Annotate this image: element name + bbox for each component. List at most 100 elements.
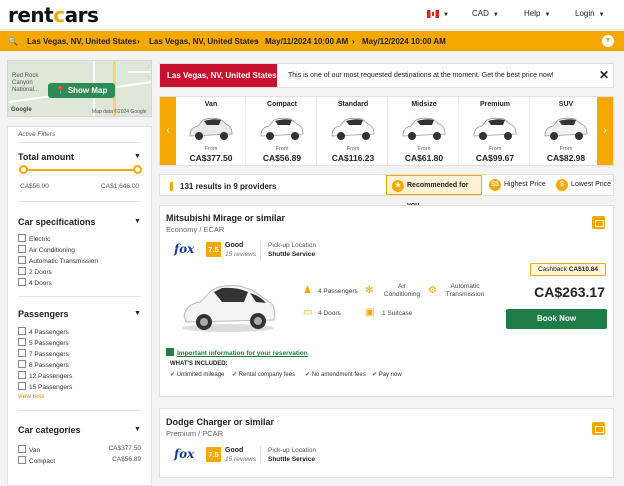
from-label: From bbox=[204, 146, 218, 152]
chevron-down-icon[interactable]: ▼ bbox=[134, 310, 141, 317]
category-card-compact[interactable]: Compact From CA$56.89 bbox=[247, 97, 317, 165]
category-price: CA$82.98 bbox=[546, 153, 586, 163]
chevron-down-icon[interactable]: ▼ bbox=[134, 426, 141, 433]
filter-2-doors[interactable]: 2 Doors bbox=[18, 267, 52, 276]
category-name: Compact bbox=[267, 101, 297, 108]
language-selector[interactable]: ▼ bbox=[427, 9, 449, 18]
result-card: Mitsubishi Mirage or similar Economy / E… bbox=[159, 205, 614, 397]
rating-score: 7.5 bbox=[206, 447, 221, 462]
filter-4-passengers[interactable]: 4 Passengers bbox=[18, 327, 69, 336]
category-price: CA$99.67 bbox=[475, 153, 515, 163]
sort-recommended-button[interactable]: ★Recommended for you bbox=[386, 175, 482, 209]
sidebar: Red Rock Canyon National... 📍 Show Map G… bbox=[7, 60, 152, 486]
category-card-van[interactable]: Van From CA$377.50 bbox=[176, 97, 246, 165]
rating-label: Good bbox=[225, 447, 244, 454]
car-title: Dodge Charger or similar bbox=[166, 417, 275, 427]
category-card-premium[interactable]: Premium From CA$99.67 bbox=[460, 97, 530, 165]
suitcase-icon: ▣ bbox=[365, 307, 375, 318]
car-image bbox=[544, 117, 588, 140]
from-label: From bbox=[559, 146, 573, 152]
filter-air-conditioning[interactable]: Air Conditioning bbox=[18, 245, 75, 254]
category-price: CA$377.50 bbox=[189, 153, 233, 163]
filter-5-passengers[interactable]: 5 Passengers bbox=[18, 338, 69, 347]
filter-4-doors[interactable]: 4 Doors bbox=[18, 278, 52, 287]
filter-7-passengers[interactable]: 7 Passengers bbox=[18, 349, 69, 358]
price-slider-min-handle[interactable] bbox=[19, 165, 28, 174]
chevron-down-icon: ▼ bbox=[598, 12, 605, 18]
snowflake-icon: ✻ bbox=[365, 285, 374, 296]
pickup-value: Shuttle Service bbox=[268, 251, 315, 258]
close-icon[interactable]: ✕ bbox=[599, 68, 609, 82]
passengers-title: Passengers bbox=[18, 309, 69, 319]
filter-electric[interactable]: Electric bbox=[18, 234, 50, 243]
category-name: Premium bbox=[480, 101, 510, 108]
spec-ac: Air Conditioning bbox=[383, 283, 421, 298]
pickup-datetime: May/11/2024 10:00 AM bbox=[265, 37, 349, 46]
spec-luggage: 1 Suitcase bbox=[382, 310, 413, 317]
mail-icon[interactable] bbox=[592, 422, 605, 435]
sort-lowest-button[interactable]: $ Lowest Price bbox=[551, 175, 613, 195]
help-menu[interactable]: Help ▼ bbox=[524, 9, 550, 18]
door-icon: ▭ bbox=[303, 307, 313, 318]
fox-logo: fox bbox=[174, 242, 195, 256]
filter-12-passengers[interactable]: 12 Passengers bbox=[18, 371, 72, 380]
map-preview[interactable]: Red Rock Canyon National... 📍 Show Map G… bbox=[7, 60, 152, 117]
chevron-down-icon[interactable]: ▼ bbox=[134, 218, 141, 225]
category-price: CA$56.89 bbox=[262, 153, 302, 163]
filter-8-passengers[interactable]: 8 Passengers bbox=[18, 360, 69, 369]
mail-icon[interactable] bbox=[592, 216, 605, 229]
reviews-count[interactable]: 15 reviews bbox=[225, 251, 256, 258]
from-label: From bbox=[275, 146, 289, 152]
show-map-button[interactable]: 📍 Show Map bbox=[48, 83, 115, 98]
category-name: SUV bbox=[558, 101, 574, 108]
category-price: CA$56.89 bbox=[112, 456, 141, 463]
results-count: 131 results in 9 providers bbox=[170, 182, 277, 191]
pickup-label: Pick-up Location bbox=[268, 242, 317, 249]
included-item: Unlimited mileage bbox=[170, 371, 225, 378]
price-slider-max-handle[interactable] bbox=[133, 165, 142, 174]
category-card-suv[interactable]: SUV From CA$82.98 bbox=[531, 97, 601, 165]
category-price: CA$116.23 bbox=[331, 153, 375, 163]
from-label: From bbox=[417, 146, 431, 152]
chevron-down-icon[interactable]: ▼ bbox=[134, 153, 141, 160]
book-now-button[interactable]: Book Now bbox=[506, 309, 607, 329]
cashback-badge: Cashback CA$10.84 bbox=[530, 263, 606, 276]
map-attribution: Map data ©2024 Google bbox=[92, 109, 147, 115]
currency-selector[interactable]: CAD ▼ bbox=[472, 9, 499, 18]
dropoff-location: Las Vegas, NV, United States bbox=[149, 37, 259, 46]
filter-category-van[interactable]: Van bbox=[18, 445, 40, 454]
category-carousel: ‹ Van From CA$377.50 Compact From CA$56.89 Sta… bbox=[159, 96, 614, 166]
carousel-next-button[interactable]: › bbox=[597, 97, 613, 165]
login-menu[interactable]: Login ▼ bbox=[575, 9, 605, 18]
total-price: CA$263.17 bbox=[534, 284, 605, 300]
passengers-icon: ♟ bbox=[303, 285, 312, 296]
search-summary-bar[interactable]: 🔍 Las Vegas, NV, United States › Las Veg… bbox=[0, 31, 624, 51]
filter-automatic[interactable]: Automatic Transmission bbox=[18, 256, 98, 265]
google-logo: Google bbox=[11, 107, 32, 113]
reviews-count[interactable]: 15 reviews bbox=[225, 456, 256, 463]
category-card-standard[interactable]: Standard From CA$116.23 bbox=[318, 97, 388, 165]
chevron-down-icon: ▼ bbox=[492, 12, 499, 18]
pickup-label: Pick-up Location bbox=[268, 447, 317, 454]
from-label: From bbox=[488, 146, 502, 152]
car-category: Premium / PCAR bbox=[166, 429, 224, 438]
filter-15-passengers[interactable]: 15 Passengers bbox=[18, 382, 72, 391]
expand-search-icon[interactable]: ▼ bbox=[602, 35, 614, 47]
important-info-link[interactable]: Important information for your reservati… bbox=[166, 348, 308, 357]
chevron-down-icon: ▼ bbox=[544, 12, 551, 18]
rating-score: 7.5 bbox=[206, 242, 221, 257]
carousel-prev-button[interactable]: ‹ bbox=[160, 97, 176, 165]
included-item: Rental company fees bbox=[232, 371, 295, 378]
pickup-location: Las Vegas, NV, United States bbox=[27, 37, 137, 46]
rentcars-logo[interactable]: rentcars bbox=[8, 3, 99, 27]
included-item: Pay now bbox=[372, 371, 402, 378]
view-less-link[interactable]: view less bbox=[18, 393, 44, 400]
sort-highest-button[interactable]: $$ Highest Price bbox=[484, 175, 548, 195]
chevron-right-icon: › bbox=[256, 37, 259, 46]
category-card-midsize[interactable]: Midsize From CA$61.80 bbox=[389, 97, 459, 165]
car-categories-title: Car categories bbox=[18, 425, 81, 435]
filter-category-compact[interactable]: Compact bbox=[18, 456, 55, 465]
car-specs-title: Car specifications bbox=[18, 217, 96, 227]
alert-message: This is one of our most requested destin… bbox=[288, 72, 554, 79]
destination-alert: Las Vegas, NV, United States This is one… bbox=[159, 63, 614, 88]
